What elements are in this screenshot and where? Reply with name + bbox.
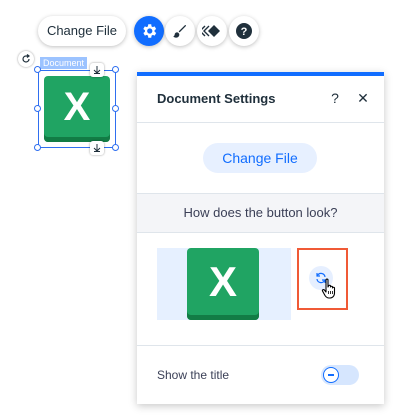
selection-box[interactable]: X	[38, 70, 116, 148]
document-settings-panel: Document Settings ? ✕ Change File How do…	[137, 72, 384, 404]
resize-handle-bottom-right[interactable]	[112, 144, 119, 151]
change-file-section: Change File	[137, 123, 384, 194]
rotate-icon	[22, 54, 30, 63]
show-title-toggle[interactable]	[321, 365, 359, 385]
toolbar-change-file-button[interactable]: Change File	[38, 16, 126, 46]
excel-document-icon: X	[187, 248, 259, 320]
stretch-arrow-icon	[93, 66, 101, 74]
stretch-arrow-icon	[93, 144, 101, 152]
resize-handle-right[interactable]	[112, 105, 119, 112]
design-button[interactable]	[165, 16, 195, 46]
help-button[interactable]: ?	[229, 16, 259, 46]
resize-handle-left[interactable]	[34, 105, 41, 112]
animation-icon	[202, 25, 220, 37]
change-file-button[interactable]: Change File	[203, 143, 317, 173]
panel-title: Document Settings	[157, 91, 276, 106]
resize-handle-top-right[interactable]	[112, 66, 119, 73]
replace-icon-highlight	[297, 248, 348, 310]
excel-glyph: X	[63, 85, 91, 129]
settings-button[interactable]	[134, 16, 164, 46]
design-section: X	[137, 233, 384, 346]
stretch-handle-bottom[interactable]	[90, 141, 104, 155]
design-question-label: How does the button look?	[137, 194, 384, 233]
animation-button[interactable]	[197, 16, 227, 46]
show-title-label: Show the title	[157, 368, 230, 382]
svg-text:?: ?	[241, 26, 248, 38]
stretch-handle-top[interactable]	[90, 63, 104, 77]
help-icon: ?	[236, 23, 252, 39]
paint-brush-icon	[173, 25, 186, 38]
design-preview[interactable]: X	[157, 248, 291, 320]
show-title-row: Show the title	[137, 346, 384, 406]
gear-icon	[143, 24, 157, 38]
hand-cursor-icon	[321, 278, 336, 299]
panel-header: Document Settings ? ✕	[137, 76, 384, 123]
resize-handle-bottom-left[interactable]	[34, 144, 41, 151]
resize-handle-top-left[interactable]	[34, 66, 41, 73]
help-button[interactable]: ?	[327, 89, 343, 107]
close-button[interactable]: ✕	[355, 89, 371, 107]
rotate-handle[interactable]	[18, 51, 34, 67]
toggle-knob	[323, 367, 339, 383]
element-name-tag: Document	[40, 57, 88, 69]
excel-document-icon: X	[44, 76, 110, 142]
excel-glyph: X	[208, 258, 237, 305]
